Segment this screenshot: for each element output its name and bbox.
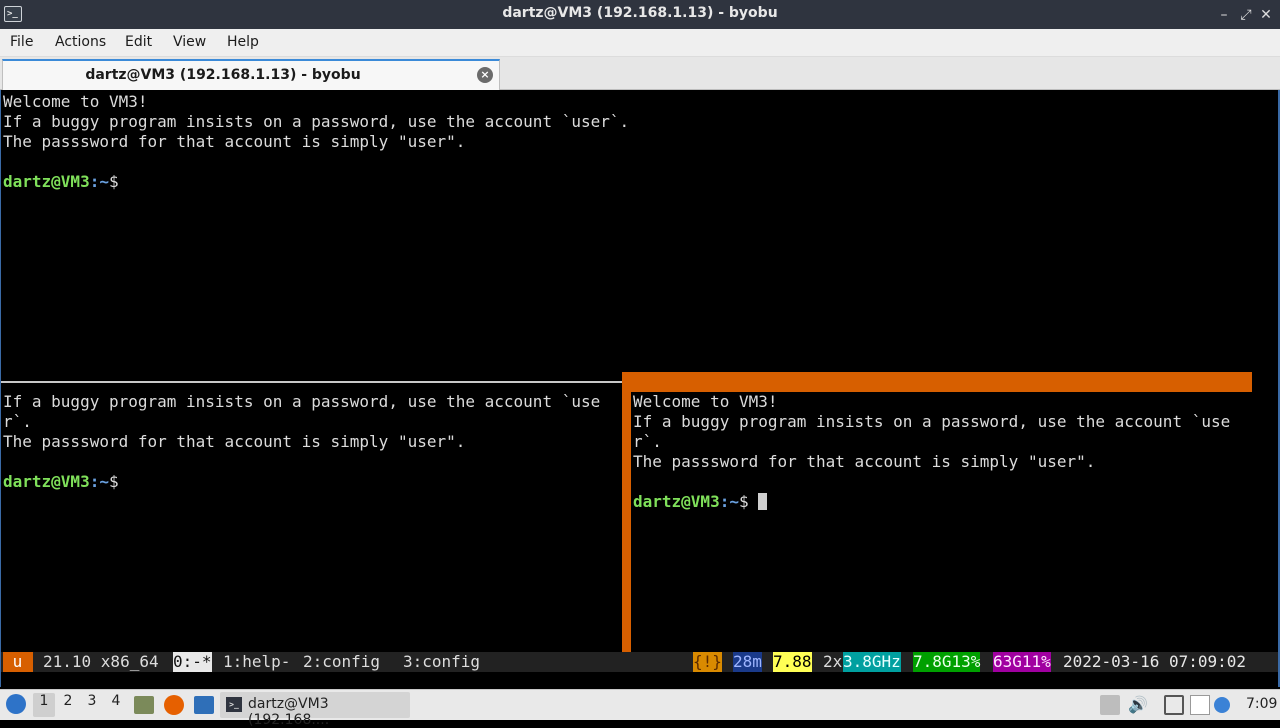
updates-icon[interactable] <box>1100 695 1120 715</box>
prompt-symbol: $ <box>108 172 119 191</box>
prompt-user: dartz@VM3 <box>633 492 720 511</box>
prompt-path: :~ <box>89 172 109 191</box>
prompt-symbol: $ <box>738 492 749 511</box>
terminal-area[interactable]: Welcome to VM3! If a buggy program insis… <box>0 90 1280 687</box>
prompt-user: dartz@VM3 <box>3 172 90 191</box>
terminal-icon: >_ <box>226 697 242 712</box>
tab-close-icon[interactable]: × <box>477 67 493 83</box>
tab-bar: dartz@VM3 (192.168.1.13) - byobu × <box>0 57 1280 90</box>
br-line-1: Welcome to VM3! <box>633 392 778 411</box>
firefox-icon[interactable] <box>164 695 184 715</box>
maximize-button[interactable]: ⤢ <box>1236 5 1256 25</box>
window-titlebar: >_ dartz@VM3 (192.168.1.13) - byobu – ⤢ … <box>0 0 1280 29</box>
prompt-path: :~ <box>719 492 739 511</box>
close-button[interactable]: ✕ <box>1256 5 1276 25</box>
clock[interactable]: 7:09 <box>1246 696 1277 712</box>
window-1[interactable]: 1:help- <box>223 652 290 672</box>
app-menu-icon[interactable] <box>6 694 26 714</box>
network-icon[interactable] <box>1164 695 1184 715</box>
top-prompt: dartz@VM3:~$ <box>3 172 119 192</box>
workspace-2[interactable]: 2 <box>57 693 79 717</box>
bl-line-2: r`. <box>3 412 32 431</box>
ubuntu-logo: u <box>3 652 33 672</box>
uptime: 28m <box>733 652 762 672</box>
br-line-2: If a buggy program insists on a password… <box>633 412 1231 431</box>
bl-line-1: If a buggy program insists on a password… <box>3 392 601 411</box>
notification-icon[interactable] <box>1214 697 1230 713</box>
bl-prompt: dartz@VM3:~$ <box>3 472 119 492</box>
menu-view[interactable]: View <box>173 34 206 50</box>
top-line-1: Welcome to VM3! <box>3 92 148 111</box>
workspace-3[interactable]: 3 <box>81 693 103 717</box>
file-manager-icon[interactable] <box>134 696 154 714</box>
load-average: 7.88 <box>773 652 812 672</box>
disk-usage: 63G11% <box>993 652 1051 672</box>
menu-help[interactable]: Help <box>227 34 259 50</box>
menu-bar: File Actions Edit View Help <box>0 29 1280 57</box>
clipboard-icon[interactable] <box>1190 695 1210 715</box>
byobu-status-bar: u 21.10 x86_64 0:-* 1:help- 2:config 3:c… <box>1 652 1278 672</box>
menu-actions[interactable]: Actions <box>55 34 106 50</box>
volume-icon[interactable]: 🔊 <box>1128 695 1148 715</box>
top-line-2: If a buggy program insists on a password… <box>3 112 630 131</box>
bl-line-3: The passsword for that account is simply… <box>3 432 466 451</box>
cpu-frequency: 3.8GHz <box>843 652 901 672</box>
date-time: 2022-03-16 07:09:02 <box>1063 652 1247 671</box>
prompt-symbol: $ <box>108 472 119 491</box>
window-2[interactable]: 2:config <box>303 652 380 672</box>
prompt-path: :~ <box>89 472 109 491</box>
top-line-3: The passsword for that account is simply… <box>3 132 466 151</box>
workspace-1[interactable]: 1 <box>33 693 55 717</box>
prompt-user: dartz@VM3 <box>3 472 90 491</box>
window-title: dartz@VM3 (192.168.1.13) - byobu <box>502 5 778 21</box>
release-info: 21.10 x86_64 <box>43 652 159 671</box>
tab-byobu[interactable]: dartz@VM3 (192.168.1.13) - byobu × <box>2 59 500 90</box>
br-line-4: The passsword for that account is simply… <box>633 452 1096 471</box>
taskbar: 1 2 3 4 >_ dartz@VM3 (192.168.... 🔊 7:09 <box>0 689 1280 728</box>
workspace-4[interactable]: 4 <box>105 693 127 717</box>
alert-indicator: {!} <box>693 652 722 672</box>
memory-usage: 7.8G13% <box>913 652 981 672</box>
minimize-button[interactable]: – <box>1214 5 1234 25</box>
pane-divider[interactable] <box>1 381 623 383</box>
window-0-active[interactable]: 0:-* <box>173 652 212 672</box>
window-3[interactable]: 3:config <box>403 652 480 672</box>
br-prompt: dartz@VM3:~$ <box>633 492 768 512</box>
menu-file[interactable]: File <box>10 34 33 50</box>
br-line-3: r`. <box>633 432 662 451</box>
task-terminal[interactable]: >_ dartz@VM3 (192.168.... <box>220 692 410 728</box>
tab-label: dartz@VM3 (192.168.1.13) - byobu <box>85 67 361 83</box>
terminal-cursor <box>758 493 768 510</box>
menu-edit[interactable]: Edit <box>125 34 152 50</box>
desktop-icon[interactable] <box>194 696 214 714</box>
cpu-count: 2x <box>823 652 843 671</box>
task-label: dartz@VM3 (192.168.... <box>248 696 330 728</box>
